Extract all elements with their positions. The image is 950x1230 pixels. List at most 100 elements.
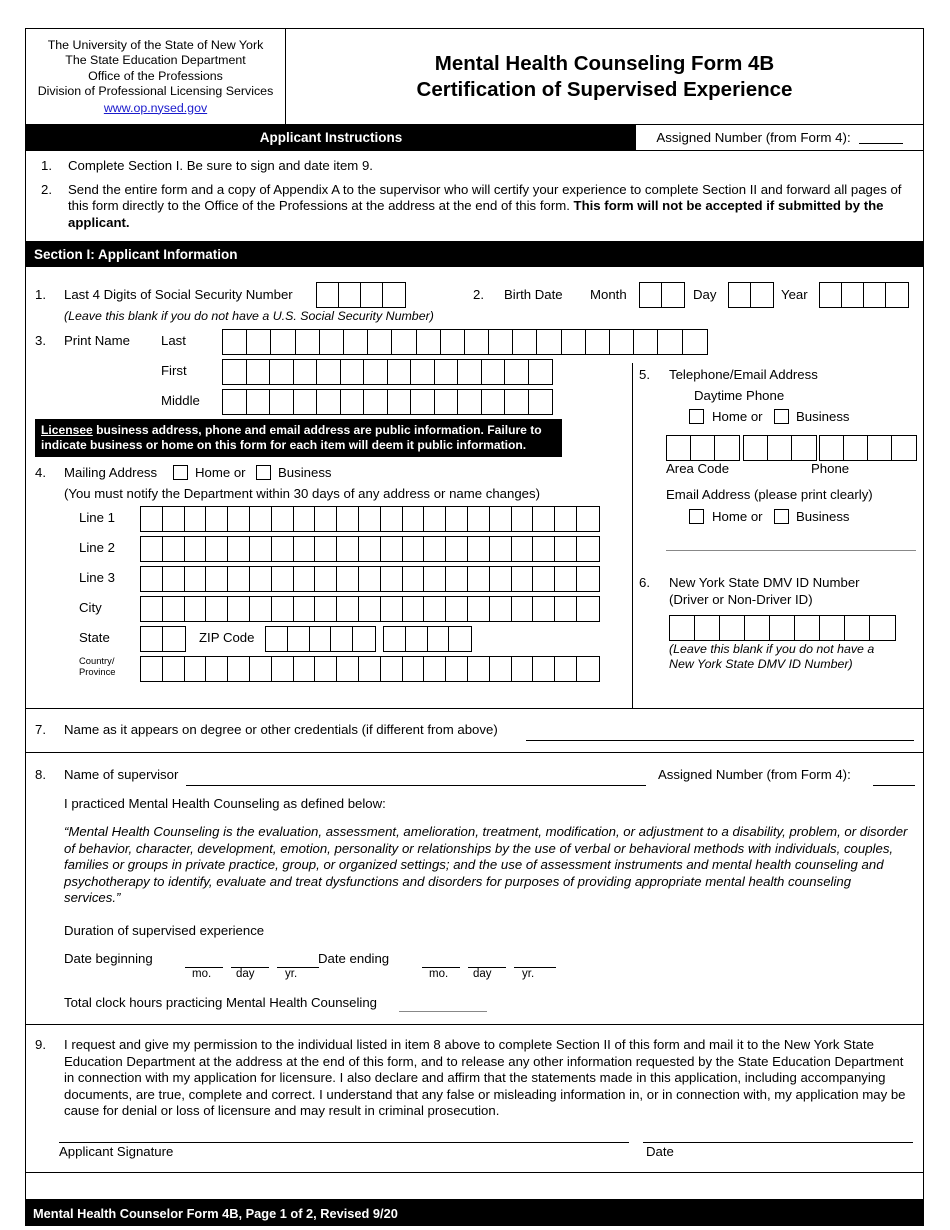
char-box[interactable] [770, 616, 795, 640]
char-box[interactable] [310, 627, 332, 651]
address-zip5-input[interactable] [265, 626, 376, 652]
char-box[interactable] [662, 283, 684, 307]
char-box[interactable] [250, 537, 272, 561]
char-box[interactable] [270, 390, 294, 414]
char-box[interactable] [577, 537, 599, 561]
char-box[interactable] [446, 597, 468, 621]
char-box[interactable] [223, 360, 247, 384]
char-box[interactable] [446, 567, 468, 591]
char-box[interactable] [250, 567, 272, 591]
char-box[interactable] [820, 283, 842, 307]
char-box[interactable] [870, 616, 895, 640]
char-box[interactable] [505, 390, 529, 414]
char-box[interactable] [403, 657, 425, 681]
char-box[interactable] [468, 657, 490, 681]
char-box[interactable] [458, 360, 482, 384]
char-box[interactable] [411, 360, 435, 384]
char-box[interactable] [555, 537, 577, 561]
char-box[interactable] [792, 436, 816, 460]
supervisor-name-input-rule[interactable] [186, 785, 646, 786]
char-box[interactable] [250, 657, 272, 681]
char-box[interactable] [364, 390, 388, 414]
char-box[interactable] [250, 507, 272, 531]
char-box[interactable] [339, 283, 361, 307]
char-box[interactable] [288, 627, 310, 651]
char-box[interactable] [315, 657, 338, 681]
char-box[interactable] [729, 283, 751, 307]
char-box[interactable] [695, 616, 720, 640]
char-box[interactable] [820, 616, 845, 640]
char-box[interactable] [206, 537, 229, 561]
char-box[interactable] [820, 436, 844, 460]
char-box[interactable] [555, 597, 577, 621]
char-box[interactable] [667, 436, 691, 460]
char-box[interactable] [424, 507, 447, 531]
char-box[interactable] [381, 657, 403, 681]
char-box[interactable] [317, 360, 341, 384]
char-box[interactable] [341, 390, 364, 414]
char-box[interactable] [361, 283, 383, 307]
char-box[interactable] [435, 390, 458, 414]
char-box[interactable] [577, 567, 599, 591]
char-box[interactable] [337, 537, 359, 561]
char-box[interactable] [272, 567, 294, 591]
char-box[interactable] [864, 283, 886, 307]
mailing-home-checkbox[interactable] [173, 465, 188, 480]
phone-home-checkbox[interactable] [689, 409, 704, 424]
char-box[interactable] [555, 507, 577, 531]
char-box[interactable] [206, 567, 229, 591]
char-box[interactable] [529, 360, 553, 384]
char-box[interactable] [670, 616, 695, 640]
char-box[interactable] [271, 330, 296, 354]
char-box[interactable] [634, 330, 659, 354]
char-box[interactable] [441, 330, 465, 354]
char-box[interactable] [577, 597, 599, 621]
char-box[interactable] [294, 537, 316, 561]
char-box[interactable] [315, 507, 338, 531]
address-country-input[interactable] [140, 656, 600, 682]
char-box[interactable] [163, 537, 185, 561]
char-box[interactable] [406, 627, 428, 651]
char-box[interactable] [228, 657, 250, 681]
char-box[interactable] [577, 507, 599, 531]
phone-prefix-input[interactable] [743, 435, 817, 461]
char-box[interactable] [185, 657, 207, 681]
assigned-number-field[interactable]: Assigned Number (from Form 4): [636, 125, 923, 150]
char-box[interactable] [555, 657, 577, 681]
char-box[interactable] [359, 597, 381, 621]
char-box[interactable] [141, 567, 163, 591]
signature-date-rule[interactable] [643, 1142, 913, 1143]
char-box[interactable] [490, 567, 512, 591]
char-box[interactable] [388, 360, 411, 384]
char-box[interactable] [141, 537, 163, 561]
char-box[interactable] [691, 436, 715, 460]
item-7-input-rule[interactable] [526, 740, 914, 741]
char-box[interactable] [228, 537, 250, 561]
char-box[interactable] [428, 627, 450, 651]
char-box[interactable] [381, 567, 403, 591]
email-home-checkbox[interactable] [689, 509, 704, 524]
char-box[interactable] [247, 390, 270, 414]
address-zip4-input[interactable] [383, 626, 473, 652]
char-box[interactable] [163, 507, 185, 531]
char-box[interactable] [228, 597, 250, 621]
char-box[interactable] [411, 390, 435, 414]
char-box[interactable] [586, 330, 610, 354]
char-box[interactable] [513, 330, 538, 354]
email-business-checkbox[interactable] [774, 509, 789, 524]
char-box[interactable] [458, 390, 482, 414]
dmv-id-input[interactable] [669, 615, 896, 641]
char-box[interactable] [465, 330, 490, 354]
char-box[interactable] [270, 360, 294, 384]
address-line2-input[interactable] [140, 536, 600, 562]
phone-line-number-input[interactable] [819, 435, 917, 461]
char-box[interactable] [272, 507, 294, 531]
char-box[interactable] [577, 657, 599, 681]
char-box[interactable] [337, 507, 359, 531]
char-box[interactable] [141, 507, 163, 531]
char-box[interactable] [294, 597, 316, 621]
char-box[interactable] [533, 597, 556, 621]
char-box[interactable] [468, 537, 490, 561]
char-box[interactable] [359, 657, 381, 681]
char-box[interactable] [795, 616, 820, 640]
